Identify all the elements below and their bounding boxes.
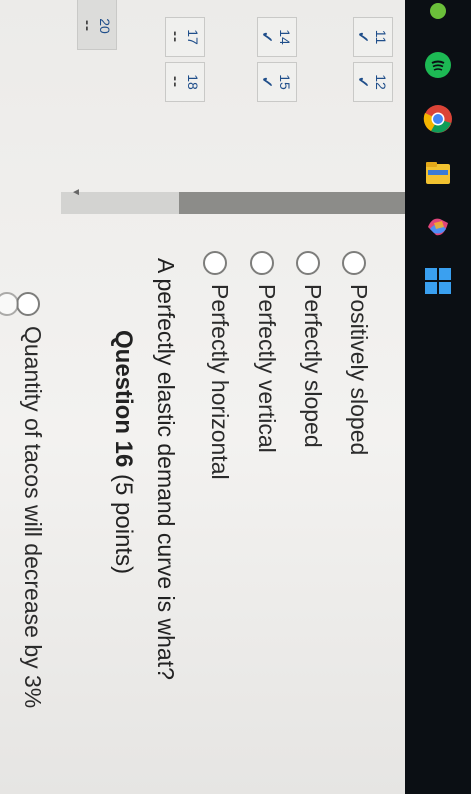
tray-icon[interactable]	[419, 0, 457, 30]
question-nav-11[interactable]: 11 ✓	[353, 17, 393, 57]
question-points: (5 points)	[110, 474, 137, 575]
question-number: 14	[277, 29, 293, 45]
unanswered-mark: --	[79, 20, 96, 32]
screen: 11 ✓ 12 ✓ 14 ✓ 15 ✓ 17 -- 18 -- 20 -- ▸ …	[0, 0, 471, 794]
answered-check-icon: ✓	[354, 30, 371, 44]
option-label-vertical: Perfectly vertical	[254, 284, 280, 453]
question-nav-17[interactable]: 17 --	[165, 17, 205, 57]
option-radio-horizontal[interactable]	[203, 251, 227, 275]
question-nav-15[interactable]: 15 ✓	[257, 62, 297, 102]
option-radio-vertical[interactable]	[250, 251, 274, 275]
previous-option-radio[interactable]	[16, 292, 40, 316]
question-number: 18	[185, 74, 201, 90]
answered-check-icon: ✓	[258, 75, 275, 89]
question-number: 20	[97, 18, 113, 34]
question-title: Question 16 (5 points)	[109, 330, 137, 574]
question-nav-18[interactable]: 18 --	[165, 62, 205, 102]
question-nav-12[interactable]: 12 ✓	[353, 62, 393, 102]
question-nav-20[interactable]: 20 --	[77, 0, 117, 50]
copilot-icon[interactable]	[419, 208, 457, 246]
file-explorer-icon[interactable]	[419, 154, 457, 192]
spotify-icon[interactable]	[419, 46, 457, 84]
taskbar	[405, 0, 471, 794]
previous-option-label: Quantity of tacos will decrease by 3%	[20, 326, 46, 709]
option-radio-positively-sloped[interactable]	[342, 251, 366, 275]
question-number-label: Question 16	[110, 330, 137, 468]
answered-check-icon: ✓	[258, 30, 275, 44]
question-number: 11	[373, 29, 389, 45]
progress-arrow-icon: ▸	[72, 186, 80, 201]
option-label-horizontal: Perfectly horizontal	[207, 284, 233, 480]
option-label-sloped: Perfectly sloped	[300, 284, 326, 448]
previous-option-radio-cut[interactable]	[0, 292, 19, 316]
question-number: 15	[277, 74, 293, 90]
question-nav-14[interactable]: 14 ✓	[257, 17, 297, 57]
unanswered-mark: --	[167, 31, 184, 43]
option-radio-sloped[interactable]	[296, 251, 320, 275]
progress-bar-fill	[179, 192, 405, 214]
answered-check-icon: ✓	[354, 75, 371, 89]
option-label-positively-sloped: Positively sloped	[346, 284, 372, 456]
question-number: 12	[373, 74, 389, 90]
quiz-page: 11 ✓ 12 ✓ 14 ✓ 15 ✓ 17 -- 18 -- 20 -- ▸ …	[0, 0, 405, 794]
question-prompt: A perfectly elastic demand curve is what…	[153, 258, 179, 680]
unanswered-mark: --	[167, 76, 184, 88]
chrome-icon[interactable]	[419, 100, 457, 138]
windows-start-icon[interactable]	[419, 262, 457, 300]
question-number: 17	[185, 29, 201, 45]
